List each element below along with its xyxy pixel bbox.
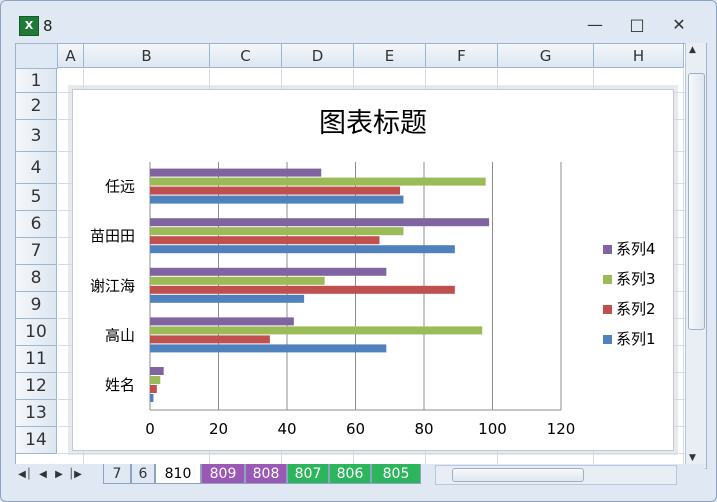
legend-swatch [603, 275, 612, 284]
bar [150, 367, 164, 375]
x-tick-label: 80 [414, 420, 433, 438]
column-header-a[interactable]: A [58, 44, 84, 68]
close-button[interactable]: ✕ [665, 15, 693, 35]
worksheet-grid[interactable]: ABCDEFGH 1 2 3 4 5 6 7 8 9 10 11 12 13 14 图表标题 0 20 40 60… [15, 43, 707, 469]
chart-area[interactable]: 图表标题 0 20 40 60 80 100 120 姓名 高山 谢江海 苗田田 任远系列4 系列3 系列2… [72, 89, 674, 451]
category-label: 姓名 [105, 376, 135, 394]
row-header-7[interactable]: 7 [16, 238, 57, 265]
grid-column-line [683, 69, 684, 468]
row-header-13[interactable]: 13 [16, 400, 57, 427]
bar [150, 186, 401, 195]
x-tick-label: 60 [346, 420, 365, 438]
x-tick-label: 40 [277, 420, 296, 438]
column-header-e[interactable]: E [354, 44, 426, 68]
legend-label: 系列3 [616, 270, 656, 288]
bar [150, 317, 294, 326]
bar-chart: 图表标题 0 20 40 60 80 100 120 姓名 高山 谢江海 苗田田 任远系列4 系列3 系列2… [90, 108, 656, 438]
bar [150, 276, 325, 285]
row-header-5[interactable]: 5 [16, 184, 57, 211]
sheet-tab-805[interactable]: 805 [371, 464, 421, 484]
column-header-g[interactable]: G [498, 44, 594, 68]
row-header-11[interactable]: 11 [16, 346, 57, 373]
bar [150, 195, 404, 204]
x-tick-label: 100 [478, 420, 507, 438]
x-tick-label: 0 [145, 420, 155, 438]
legend-swatch [603, 305, 612, 314]
legend-swatch [603, 335, 612, 344]
row-header-1[interactable]: 1 [16, 69, 57, 93]
legend-label: 系列1 [616, 330, 656, 348]
bar [150, 236, 380, 245]
chart-title: 图表标题 [319, 108, 427, 139]
bar [150, 385, 157, 393]
row-header-8[interactable]: 8 [16, 265, 57, 292]
select-all-corner[interactable] [16, 44, 58, 69]
bar [150, 376, 161, 384]
column-header-b[interactable]: B [84, 44, 210, 68]
bar [150, 177, 486, 186]
excel-icon[interactable]: X [19, 16, 39, 36]
bar [150, 218, 490, 227]
category-label: 谢江海 [90, 277, 135, 295]
excel-window: X 8 — □ ✕ ABCDEFGH 1 2 3 4 5 6 7 8 9 10 11 12 13 14 图… [0, 0, 717, 502]
row-header-2[interactable]: 2 [16, 93, 57, 120]
column-header-f[interactable]: F [426, 44, 498, 68]
bar [150, 394, 154, 402]
row-header-6[interactable]: 6 [16, 211, 57, 238]
sheet-tab-807[interactable]: 807 [287, 464, 329, 484]
minimize-button[interactable]: — [581, 15, 609, 35]
grid-row-line [58, 453, 706, 454]
bar [150, 335, 270, 344]
column-header-h[interactable]: H [594, 44, 684, 68]
maximize-button[interactable]: □ [623, 15, 651, 35]
prev-sheet-icon[interactable]: ◀ [35, 464, 51, 486]
row-header-14[interactable]: 14 [16, 427, 57, 454]
category-label: 高山 [105, 326, 135, 344]
bar [150, 285, 455, 294]
next-sheet-icon[interactable]: ▶ [51, 464, 67, 486]
row-header-4[interactable]: 4 [16, 152, 57, 184]
scroll-up-icon[interactable]: ▲ [689, 45, 696, 55]
title-bar: X 8 — □ ✕ [1, 1, 716, 41]
horizontal-scroll-thumb[interactable] [452, 468, 584, 482]
category-label: 苗田田 [90, 227, 135, 245]
bar [150, 245, 455, 254]
column-header-d[interactable]: D [282, 44, 354, 68]
vertical-scroll-thumb[interactable] [688, 73, 705, 330]
last-sheet-icon[interactable]: │▶ [67, 464, 83, 486]
bar [150, 326, 483, 335]
sheet-tab-6[interactable]: 6 [131, 464, 155, 484]
window-title: 8 [43, 17, 53, 35]
x-tick-label: 120 [547, 420, 576, 438]
horizontal-scrollbar[interactable] [435, 465, 677, 485]
bar [150, 267, 387, 276]
row-header-9[interactable]: 9 [16, 292, 57, 319]
vertical-scrollbar[interactable]: ▲ ▼ [685, 43, 706, 467]
x-tick-label: 20 [209, 420, 228, 438]
column-header-c[interactable]: C [210, 44, 282, 68]
sheet-tab-806[interactable]: 806 [329, 464, 371, 484]
legend-label: 系列4 [616, 240, 656, 258]
bar [150, 344, 387, 353]
scroll-down-icon[interactable]: ▼ [689, 453, 696, 463]
row-header-12[interactable]: 12 [16, 373, 57, 400]
sheet-tab-809[interactable]: 809 [201, 464, 245, 484]
row-header-3[interactable]: 3 [16, 120, 57, 152]
sheet-tab-808[interactable]: 808 [245, 464, 287, 484]
first-sheet-icon[interactable]: ◀│ [17, 464, 33, 486]
sheet-tab-7[interactable]: 7 [103, 464, 131, 484]
bar [150, 227, 404, 236]
legend-swatch [603, 245, 612, 254]
row-header-10[interactable]: 10 [16, 319, 57, 346]
bar [150, 294, 305, 303]
bar [150, 168, 322, 177]
sheet-tab-810[interactable]: 810 [155, 464, 201, 484]
category-label: 任远 [105, 178, 135, 196]
legend-label: 系列2 [616, 300, 656, 318]
